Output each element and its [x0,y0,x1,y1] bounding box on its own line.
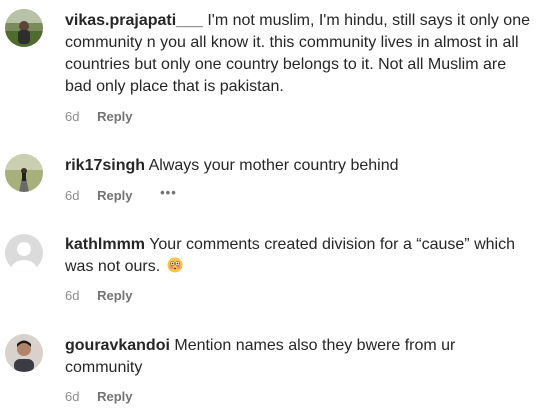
more-options-icon[interactable]: ••• [160,184,177,202]
comment-item: gouravkandoi Mention names also they bwe… [0,322,542,414]
comment-item: vikas.prajapati___ I'm not muslim, I'm h… [0,0,542,130]
comment-username[interactable]: gouravkandoi [65,337,170,354]
comment-text-block: gouravkandoi Mention names also they bwe… [65,335,537,379]
reply-button[interactable]: Reply [97,108,132,126]
comment-text-block: vikas.prajapati___ I'm not muslim, I'm h… [65,10,537,98]
reply-button[interactable]: Reply [97,187,132,205]
comment-timestamp[interactable]: 6d [65,287,79,305]
comment-timestamp[interactable]: 6d [65,187,79,205]
comment-timestamp[interactable]: 6d [65,388,79,406]
avatar[interactable] [5,234,43,272]
comment-meta: 6d Reply [65,287,133,305]
reply-button[interactable]: Reply [97,287,132,305]
comment-meta: 6d Reply [65,388,133,406]
reply-button[interactable]: Reply [97,388,132,406]
comment-timestamp[interactable]: 6d [65,108,79,126]
comment-body: Always your mother country behind [148,157,399,174]
comment-username[interactable]: kathlmmm [65,236,145,253]
comment-meta: 6d Reply ••• [65,184,177,205]
comment-text-block: kathlmmm Your comments created division … [65,234,537,278]
flushed-face-emoji-icon [167,257,183,273]
avatar-photo [5,9,43,47]
avatar-photo [5,334,43,372]
avatar-photo [5,154,43,192]
comment-item: rik17singh Always your mother country be… [0,140,542,210]
avatar[interactable] [5,334,43,372]
default-avatar-icon [5,234,43,272]
comment-meta: 6d Reply [65,108,133,126]
avatar[interactable] [5,154,43,192]
comment-username[interactable]: vikas.prajapati___ [65,12,203,29]
comment-text-block: rik17singh Always your mother country be… [65,155,537,177]
comment-item: kathlmmm Your comments created division … [0,222,542,312]
avatar[interactable] [5,9,43,47]
comment-username[interactable]: rik17singh [65,157,145,174]
